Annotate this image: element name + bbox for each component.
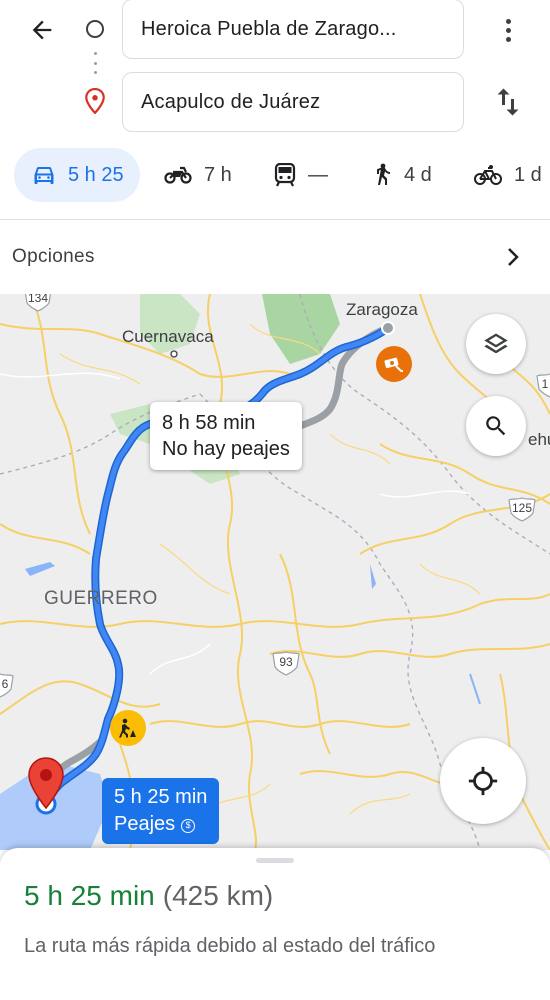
walk-icon: [377, 163, 390, 185]
selected-route-time: 5 h 25 min: [114, 786, 208, 808]
chevron-right-icon: [508, 248, 519, 266]
bike-icon: [474, 165, 502, 185]
alternate-route-tolls: No hay peajes: [162, 438, 290, 460]
back-button[interactable]: [24, 12, 60, 48]
route-shield-6: 6: [0, 672, 16, 698]
motorcycle-icon: [164, 166, 192, 184]
car-icon: [34, 167, 54, 184]
route-dots-icon: [94, 52, 97, 74]
mode-motorcycle-time: 7 h: [204, 163, 232, 186]
speed-camera-badge[interactable]: [376, 346, 412, 382]
directions-header: Heroica Puebla de Zarago... Acapulco de …: [0, 0, 550, 220]
layers-button[interactable]: [466, 314, 526, 374]
alternate-route-callout[interactable]: 8 h 58 min No hay peajes: [150, 402, 302, 470]
route-shield-134-label: 134: [27, 294, 49, 305]
destination-field[interactable]: Acapulco de Juárez: [122, 72, 464, 132]
mode-walking-tab[interactable]: 4 d: [372, 148, 432, 202]
map-label-guerrero: GUERRERO: [44, 588, 158, 609]
destination-marker-icon: [28, 757, 64, 810]
mode-transit-tab[interactable]: —: [274, 148, 328, 202]
road-work-icon: [119, 718, 136, 738]
origin-text: Heroica Puebla de Zarago...: [141, 17, 397, 40]
speed-camera-icon: [384, 357, 403, 372]
road-work-badge[interactable]: [110, 710, 146, 746]
route-distance: (425 km): [162, 880, 274, 911]
map-label-cuernavaca: Cuernavaca: [122, 327, 214, 346]
selected-route-callout[interactable]: 5 h 25 min Peajes $: [102, 778, 220, 844]
route-shield-1: 1: [534, 372, 550, 398]
search-along-route-button[interactable]: [466, 396, 526, 456]
origin-field[interactable]: Heroica Puebla de Zarago...: [122, 0, 464, 59]
arrow-back-icon: [32, 20, 52, 40]
sheet-drag-handle[interactable]: [256, 858, 294, 863]
map-label-edge: ehu: [528, 430, 550, 449]
mode-transit-time: —: [308, 163, 328, 186]
mode-bicycle-time: 1 d: [514, 163, 542, 186]
search-icon: [486, 416, 506, 436]
mode-bicycle-tab[interactable]: 1 d: [474, 148, 542, 202]
alternate-route-time: 8 h 58 min: [162, 412, 256, 434]
swap-direction-icon[interactable]: [490, 84, 526, 120]
route-shield-93-label: 93: [279, 655, 293, 669]
origin-circle-icon: [86, 20, 104, 38]
more-options-button[interactable]: [494, 10, 522, 50]
map-view[interactable]: Zaragoza Cuernavaca GUERRERO ehu 134 125…: [0, 294, 550, 850]
mode-driving-time: 5 h 25: [68, 163, 124, 186]
my-location-button[interactable]: [440, 738, 526, 824]
destination-pin-icon: [85, 88, 105, 114]
map-label-zaragoza: Zaragoza: [346, 300, 418, 319]
my-location-icon: [468, 766, 498, 796]
layers-icon: [484, 333, 508, 354]
transit-icon: [274, 163, 296, 187]
route-shield-125: 125: [506, 496, 538, 522]
mode-driving-tab[interactable]: 5 h 25: [14, 148, 140, 202]
toll-icon: $: [181, 819, 196, 833]
selected-route-tolls: Peajes: [114, 813, 176, 835]
route-shield-6-label: 6: [1, 677, 9, 691]
route-reason: La ruta más rápida debido al estado del …: [24, 935, 436, 957]
mode-motorcycle-tab[interactable]: 7 h: [164, 148, 232, 202]
options-label: Opciones: [12, 246, 95, 267]
travel-mode-tabs: 5 h 25 7 h — 4 d 1 d: [0, 148, 550, 202]
options-row[interactable]: Opciones: [0, 220, 550, 294]
destination-text: Acapulco de Juárez: [141, 90, 321, 113]
route-duration-line: 5 h 25 min (425 km): [24, 880, 273, 912]
route-shield-93: 93: [270, 650, 302, 676]
route-shield-134: 134: [22, 294, 54, 312]
mode-walking-time: 4 d: [404, 163, 432, 186]
route-duration: 5 h 25 min: [24, 880, 155, 911]
route-shield-125-label: 125: [511, 501, 533, 515]
route-shield-1-label: 1: [541, 377, 549, 391]
route-summary-sheet[interactable]: 5 h 25 min (425 km) La ruta más rápida de…: [0, 848, 550, 1000]
